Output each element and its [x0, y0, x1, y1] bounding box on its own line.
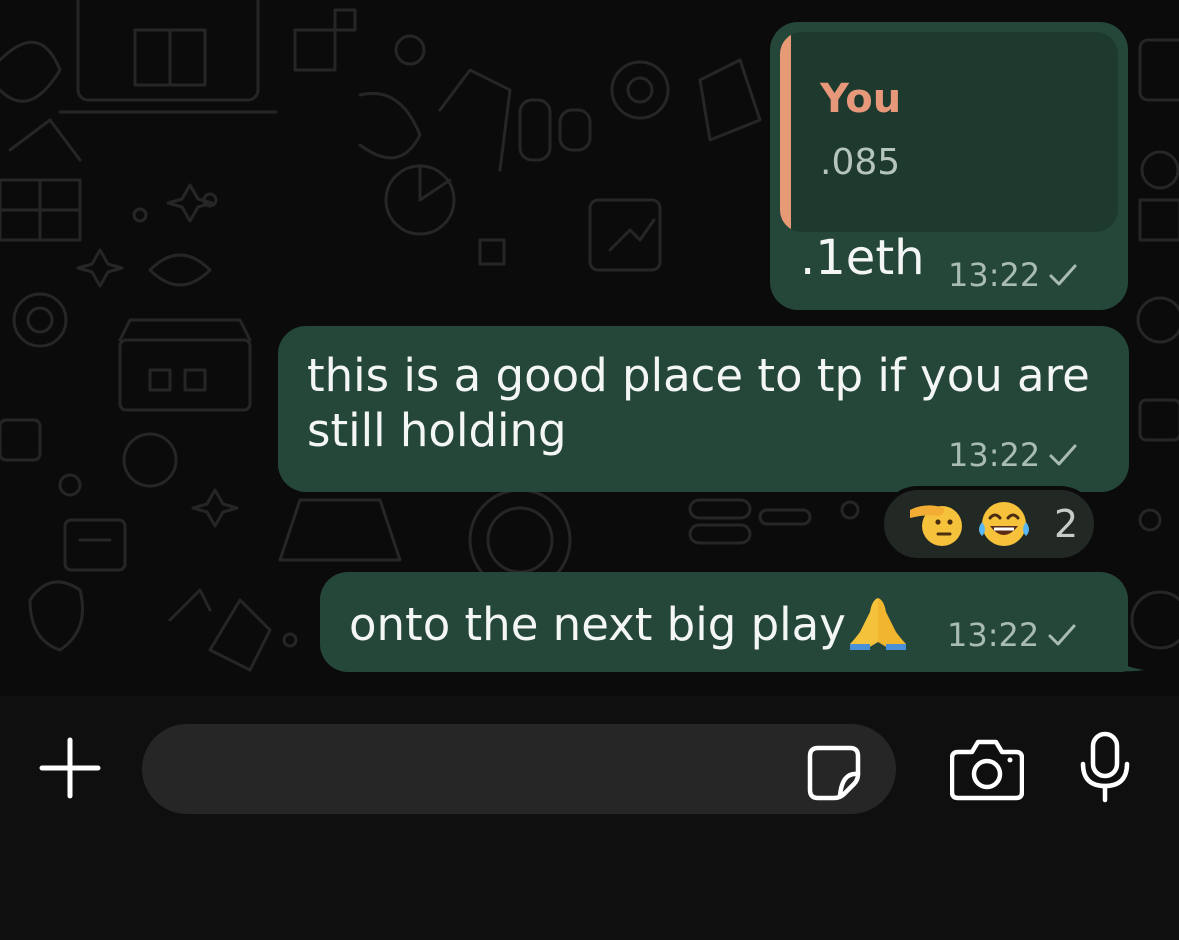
quoted-message[interactable]: You .085 — [780, 32, 1118, 232]
message-bubble-reply[interactable]: You .085 .1eth 13:22 — [770, 22, 1128, 310]
message-text: onto the next big play — [349, 598, 846, 651]
message-text: .1eth — [800, 230, 925, 286]
quote-text: .085 — [820, 142, 901, 183]
single-check-icon — [1049, 264, 1077, 286]
folded-hands-emoji — [849, 598, 906, 650]
message-bubble[interactable]: onto the next big play 13:22 — [320, 572, 1128, 672]
reaction-count: 2 — [1054, 502, 1079, 546]
single-check-icon — [1049, 444, 1077, 466]
bubble-tail — [1100, 640, 1144, 672]
message-input[interactable] — [142, 724, 896, 814]
reactions-pill[interactable]: 2 — [880, 486, 1098, 562]
saluting-face-emoji — [910, 505, 962, 546]
message-meta: 13:22 — [948, 256, 1080, 294]
single-check-icon — [1048, 624, 1076, 646]
message-meta: 13:22 — [948, 436, 1080, 474]
message-time: 13:22 — [948, 436, 1041, 474]
sticker-icon[interactable] — [804, 742, 864, 802]
camera-icon[interactable] — [950, 736, 1024, 802]
chat-screen: You .085 .1eth 13:22 this is a good plac… — [0, 0, 1179, 940]
quote-author: You — [820, 76, 902, 122]
message-meta: 13:22 — [947, 616, 1079, 654]
face-with-tears-of-joy-emoji — [979, 502, 1029, 546]
message-bubble[interactable]: this is a good place to tp if you are st… — [278, 326, 1129, 492]
plus-icon[interactable] — [36, 734, 104, 802]
quote-accent-bar — [780, 32, 791, 232]
message-line: onto the next big play — [349, 594, 908, 652]
message-time: 13:22 — [948, 256, 1041, 294]
microphone-icon[interactable] — [1078, 730, 1132, 804]
message-time: 13:22 — [947, 616, 1040, 654]
chat-area[interactable]: You .085 .1eth 13:22 this is a good plac… — [0, 0, 1179, 696]
